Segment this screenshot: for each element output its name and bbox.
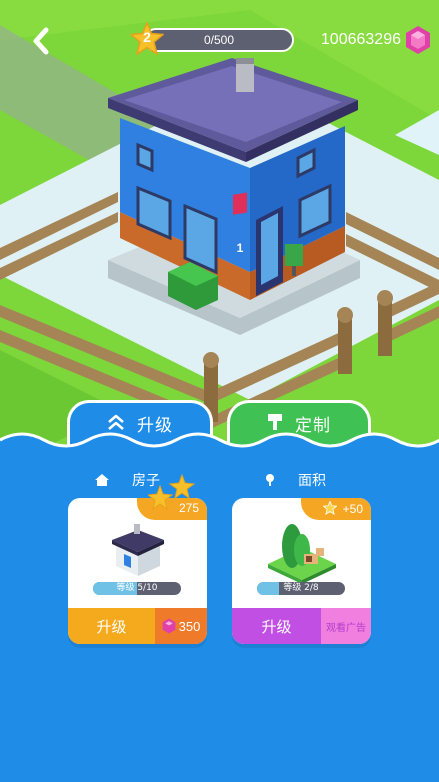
gem-icon (406, 26, 430, 54)
section-area-title: 面积 (298, 473, 326, 489)
house-number-sign: 1 (237, 241, 244, 255)
pin-icon (266, 474, 274, 486)
home-icon (95, 474, 109, 486)
level-number: 2 (143, 29, 151, 45)
yard-thumbnail (268, 524, 336, 584)
reward-stars-icon (148, 474, 196, 511)
player-level: 0/500 2 (130, 22, 296, 56)
house-level-bar: 等级 5/10 (93, 582, 181, 595)
house-upgrade-button[interactable]: 升级 350 (68, 608, 207, 644)
section-area: 面积 (264, 470, 326, 490)
area-level-bar: 等级 2/8 (257, 582, 345, 595)
xp-text: 0/500 (203, 33, 235, 47)
watch-ad-label: 观看广告 (326, 622, 366, 634)
house-level-text: 等级 5/10 (116, 583, 158, 593)
area-upgrade-button[interactable]: 升级 观看广告 (232, 608, 371, 644)
back-button[interactable] (28, 26, 56, 56)
house-upgrade-cost: 350 (155, 608, 207, 644)
house-upgrade-cost-value: 350 (178, 618, 201, 634)
house-upgrade-label: 升级 (68, 608, 155, 644)
chevron-left-icon (33, 27, 49, 55)
isometric-house-scene: 1 (0, 0, 439, 460)
gem-count: 100663296 (320, 31, 401, 48)
house-upgrade-card[interactable]: 275 等级 5/10 升级 350 (68, 498, 207, 644)
area-upgrade-label: 升级 (232, 608, 321, 644)
area-level-text: 等级 2/8 (283, 583, 319, 593)
xp-bar: 0/500 (144, 28, 294, 52)
upgrade-panel (0, 450, 439, 782)
house-thumbnail (112, 524, 164, 576)
gem-icon (162, 618, 176, 634)
area-upgrade-card[interactable]: +50 等级 2/8 升级 观看广告 (232, 498, 371, 644)
watch-ad-button[interactable]: 观看广告 (321, 608, 371, 644)
gem-balance: 100663296 (321, 24, 431, 56)
